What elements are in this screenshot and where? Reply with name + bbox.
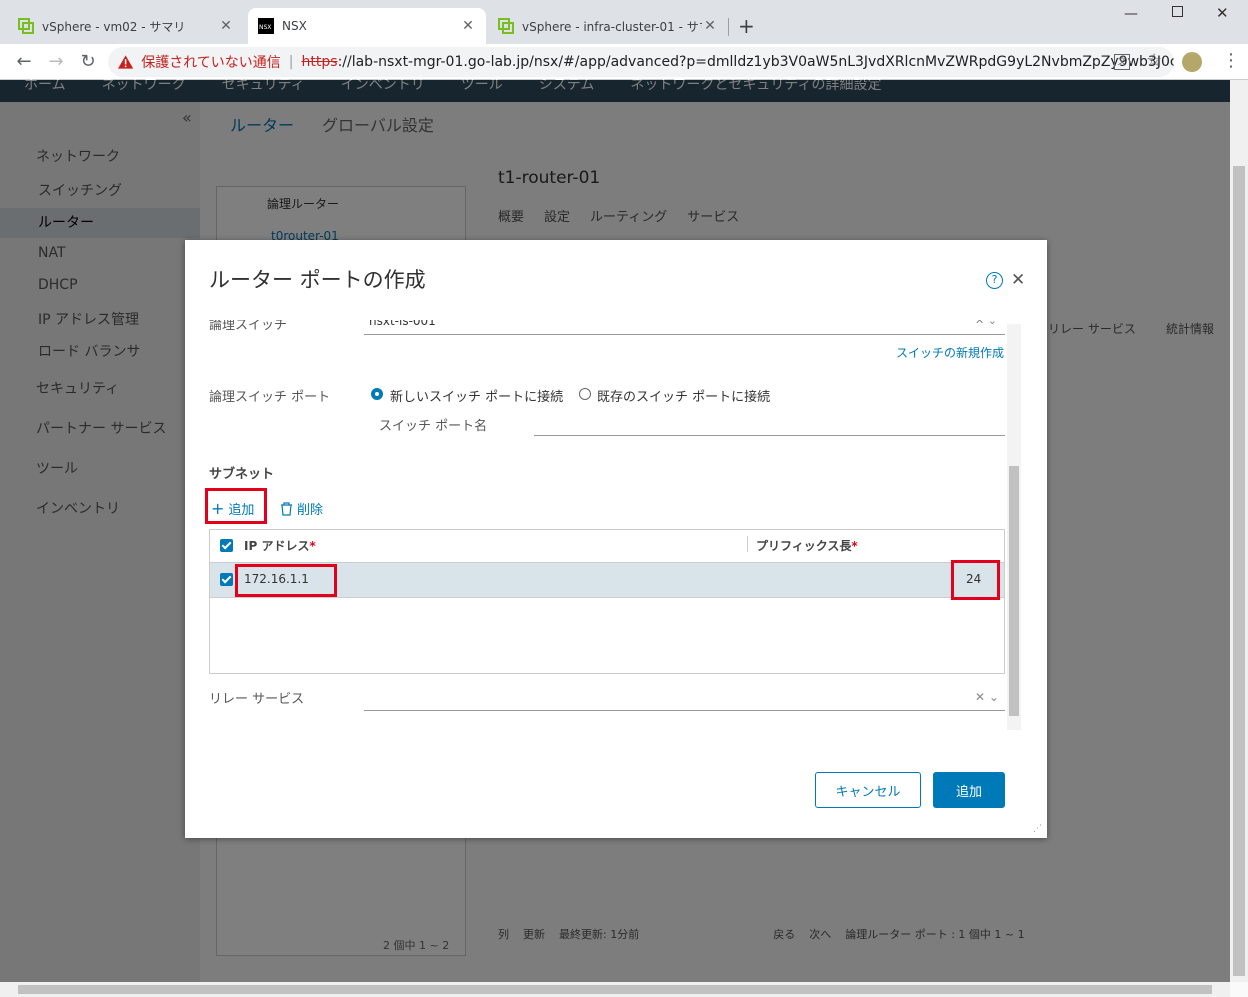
nsx-icon: NSX (258, 18, 274, 34)
warning-icon (118, 55, 134, 69)
subnet-grid: IP アドレス* プリフィックス長* 172.16.1.1 24 (209, 529, 1005, 674)
tab-title: vSphere - vm02 - サマリ (42, 19, 186, 34)
switch-port-name-input[interactable] (534, 435, 1005, 436)
vsphere-icon (18, 18, 34, 34)
window-close-button[interactable]: ✕ (1216, 4, 1229, 22)
delete-subnet-button[interactable]: 削除 (280, 499, 323, 518)
security-warning: 保護されていない通信 (141, 55, 281, 71)
create-router-port-dialog: ルーター ポートの作成 ? ✕ 論理スイッチ nsxt-ls-001 ✕ ⌄ ス… (185, 240, 1047, 838)
relay-service-select[interactable] (364, 710, 1005, 711)
switch-port-label: 論理スイッチ ポート (209, 390, 331, 405)
browser-tab-nsx[interactable]: NSX NSX ✕ (248, 8, 486, 44)
new-tab-button[interactable]: + (738, 14, 755, 38)
tab-title: vSphere - infra-cluster-01 - サマリ (522, 19, 702, 34)
svg-text:NSX: NSX (259, 24, 271, 31)
maximize-button[interactable] (1172, 6, 1183, 17)
submit-add-button[interactable]: 追加 (933, 772, 1005, 808)
dialog-scrollbar-thumb[interactable] (1009, 466, 1019, 716)
browser-tab-bar: vSphere - vm02 - サマリ ✕ NSX NSX ✕ vSphere… (0, 0, 1248, 44)
radio-new-port[interactable] (371, 388, 383, 400)
highlight-ip (235, 564, 337, 597)
browser-tab-vsphere-cluster[interactable]: vSphere - infra-cluster-01 - サマリ ✕ (488, 8, 728, 44)
row-checkbox[interactable] (220, 573, 233, 586)
select-all-checkbox[interactable] (220, 539, 233, 552)
radio-existing-port[interactable] (579, 388, 591, 400)
radio-new-port-label[interactable]: 新しいスイッチ ポートに接続 (390, 386, 563, 405)
close-icon[interactable]: ✕ (218, 18, 234, 34)
help-icon[interactable]: ? (986, 272, 1003, 289)
col-prefix-length: プリフィックス長* (756, 539, 858, 553)
tab-title: NSX (282, 19, 307, 33)
bookmark-star-icon[interactable]: ☆ (1146, 50, 1162, 71)
close-icon[interactable]: ✕ (460, 18, 476, 34)
avatar[interactable] (1182, 52, 1202, 72)
minimize-button[interactable]: — (1124, 6, 1138, 22)
reload-button[interactable]: ↻ (76, 50, 100, 74)
subnet-heading: サブネット (209, 467, 275, 482)
tab-separator (728, 18, 729, 36)
translate-icon[interactable]: 文 (1114, 54, 1130, 70)
trash-icon (281, 501, 292, 516)
switch-port-name-label: スイッチ ポート名 (379, 419, 488, 434)
dialog-scroll-area: 論理スイッチ nsxt-ls-001 ✕ ⌄ スイッチの新規作成 論理スイッチ … (185, 320, 1023, 730)
close-icon[interactable]: ✕ (1011, 270, 1025, 290)
dialog-title: ルーター ポートの作成 (209, 268, 426, 292)
back-button[interactable]: ← (12, 50, 36, 74)
url-text: ://lab-nsxt-mgr-01.go-lab.jp/nsx/#/app/a… (337, 54, 1174, 70)
col-ip-address: IP アドレス* (244, 539, 316, 553)
dialog-scrollbar[interactable] (1007, 324, 1021, 730)
relay-service-label: リレー サービス (209, 692, 305, 707)
vsphere-icon (498, 18, 514, 34)
resize-handle[interactable]: ⋰ (1033, 824, 1042, 834)
delete-subnet-label: 削除 (297, 503, 324, 518)
new-switch-link[interactable]: スイッチの新規作成 (896, 344, 1004, 361)
logical-switch-value[interactable]: nsxt-ls-001 (369, 320, 436, 328)
url-scheme: https (301, 54, 338, 70)
radio-existing-port-label[interactable]: 既存のスイッチ ポートに接続 (597, 386, 770, 405)
cancel-button[interactable]: キャンセル (815, 772, 921, 808)
col-divider (747, 536, 748, 552)
relay-clear-icon[interactable]: ✕ ⌄ (975, 690, 999, 704)
close-icon[interactable]: ✕ (702, 18, 718, 34)
highlight-add (205, 488, 267, 524)
highlight-prefix (951, 560, 1000, 600)
menu-icon[interactable]: ⋮ (1222, 50, 1240, 71)
logical-switch-label: 論理スイッチ (209, 320, 288, 333)
logical-switch-underline (364, 334, 1005, 335)
address-bar[interactable]: 保護されていない通信 | https ://lab-nsxt-mgr-01.go… (108, 47, 1174, 77)
page-scrollbar-vertical[interactable] (1230, 80, 1248, 982)
forward-button[interactable]: → (44, 50, 68, 74)
page-scrollbar-horizontal[interactable] (0, 982, 1230, 997)
browser-tab-vsphere-vm02[interactable]: vSphere - vm02 - サマリ ✕ (8, 8, 244, 44)
clear-icon[interactable]: ✕ ⌄ (975, 320, 997, 327)
